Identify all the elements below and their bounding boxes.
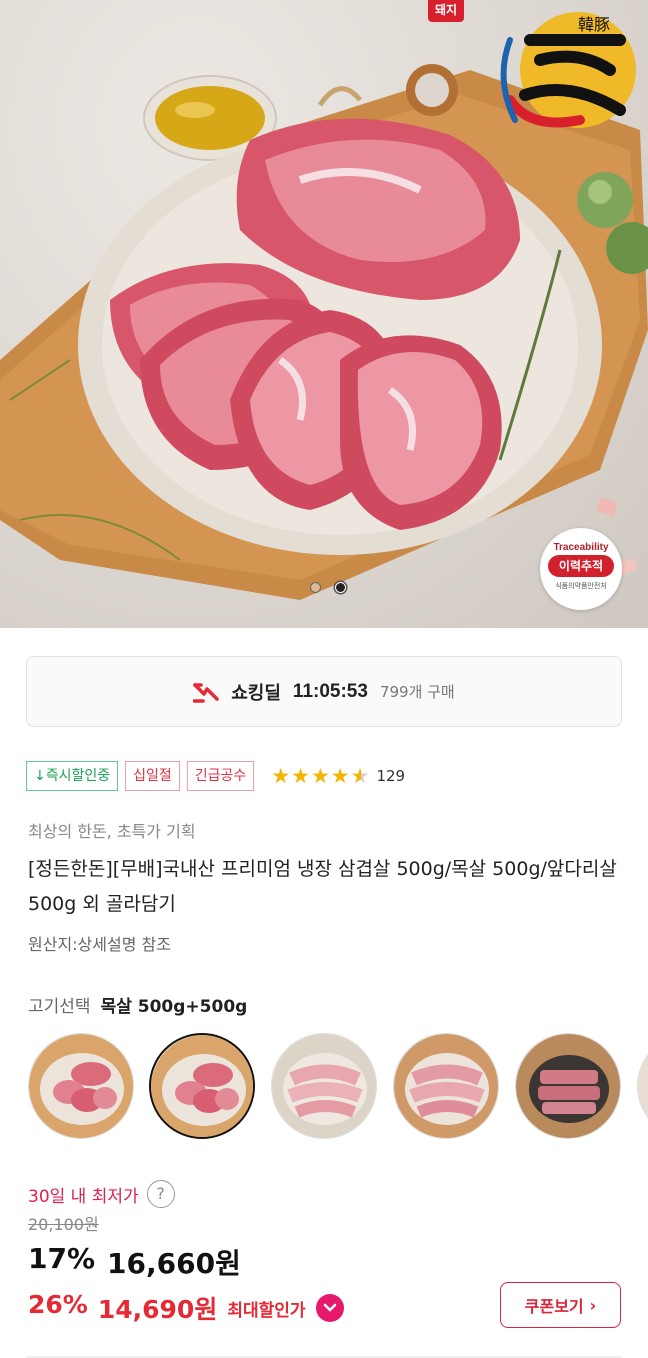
product-title: [정든한돈][무배]국내산 프리미엄 냉장 삼겹살 500g/목살 500g/앞… [28, 858, 617, 915]
brand-tag: 돼지 [428, 0, 464, 22]
star-icon: ★ [271, 763, 291, 788]
traceability-badge: Traceability 이력추적 식품의약품안전처 [540, 528, 622, 610]
product-origin: 원산지:상세설명 참조 [28, 935, 171, 954]
eleven-day-badge: 십일절 [125, 761, 180, 791]
sale-price-row: 17% 16,660원 [28, 1242, 241, 1282]
brand-hanja: 韓豚 [578, 15, 610, 34]
rating[interactable]: ★ ★ ★ ★ ★ 129 [271, 763, 406, 788]
option-label: 고기선택 [28, 997, 91, 1017]
lowest-price-row: 30일 내 최저가 ? [28, 1180, 175, 1208]
star-icon: ★ [291, 763, 310, 788]
half-star-icon: ★ [350, 763, 370, 788]
chevron-down-icon[interactable] [315, 1294, 344, 1322]
option-thumbnails[interactable] [28, 1033, 648, 1143]
carousel-indicator[interactable] [310, 582, 346, 593]
instant-discount-badge: ↓즉시할인중 [26, 761, 119, 791]
max-discount-row[interactable]: 26% 14,690원 최대할인가 [28, 1290, 344, 1326]
hanton-logo: 韓豚 [470, 0, 640, 150]
shocking-deal-icon [193, 682, 219, 703]
option-thumb[interactable] [515, 1033, 621, 1139]
option-selector[interactable]: 고기선택 목살 500g+500g [28, 992, 247, 1017]
shocking-deal-bar[interactable]: 쇼킹딜 11:05:53 799개 구매 [26, 656, 622, 727]
coupon-button-label: 쿠폰보기 [524, 1297, 584, 1316]
deal-label: 쇼킹딜 [231, 682, 281, 704]
lowest-price-label: 30일 내 최저가 [28, 1186, 139, 1207]
trace-badge-sub: 식품의약품안전처 [555, 582, 607, 590]
star-icon: ★ [330, 763, 350, 788]
chevron-right-icon: › [589, 1295, 597, 1315]
help-icon[interactable]: ? [146, 1180, 175, 1208]
coupon-view-button[interactable]: 쿠폰보기 › [500, 1282, 621, 1328]
discount-price: 16,660원 [107, 1247, 241, 1280]
option-thumb[interactable] [271, 1033, 377, 1139]
star-icon: ★ [310, 763, 330, 788]
option-value: 목살 500g+500g [100, 997, 248, 1017]
max-discount-rate: 26% [28, 1290, 88, 1319]
carousel-dot[interactable] [310, 582, 321, 593]
max-discount-label: 최대할인가 [227, 1300, 306, 1321]
option-thumb-selected[interactable] [149, 1033, 255, 1139]
option-thumb[interactable] [393, 1033, 499, 1139]
trace-badge-main: 이력추적 [548, 555, 614, 577]
discount-rate: 17% [28, 1242, 96, 1275]
urgent-supply-badge: 긴급공수 [186, 761, 255, 791]
trace-badge-top: Traceability [553, 542, 609, 553]
option-thumb[interactable] [28, 1033, 134, 1139]
max-discount-price: 14,690원 [97, 1295, 218, 1324]
max-discount-price-group: 26% 14,690원 [28, 1290, 217, 1326]
deal-timer: 11:05:53 [292, 680, 368, 702]
product-hero-image[interactable]: 돼지 韓豚 Traceability 이력추적 식품의약품안전처 [0, 0, 648, 628]
badge-row: ↓즉시할인중 십일절 긴급공수 ★ ★ ★ ★ ★ 129 [26, 760, 405, 792]
option-thumb[interactable] [637, 1033, 648, 1139]
purchase-count: 799개 구매 [379, 683, 455, 701]
review-count: 129 [376, 767, 406, 785]
product-subtitle: 최상의 한돈, 초특가 기획 [28, 822, 196, 841]
carousel-dot-active[interactable] [335, 582, 346, 593]
original-price: 20,100원 [28, 1215, 99, 1234]
